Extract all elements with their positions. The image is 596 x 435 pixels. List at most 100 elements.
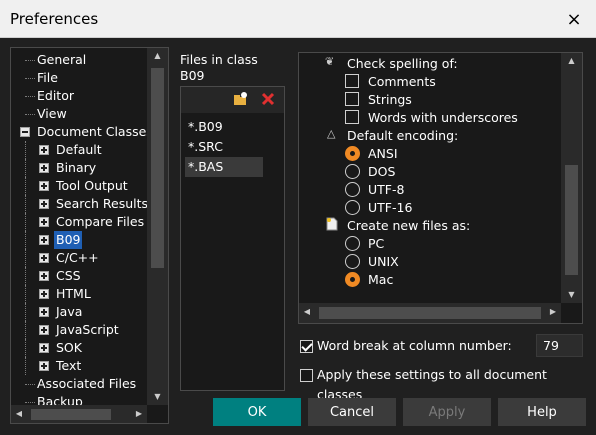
tree-connector	[25, 321, 26, 339]
ok-button[interactable]: OK	[213, 398, 301, 426]
tree-connector	[25, 60, 35, 61]
tree-item[interactable]: C/C++	[11, 249, 148, 267]
tree-item[interactable]: HTML	[11, 285, 148, 303]
preferences-dialog: General File Editor View Document Classes Def…	[0, 38, 596, 435]
expand-icon[interactable]	[39, 361, 49, 371]
pc-label: PC	[368, 236, 385, 251]
dos-radio[interactable]	[345, 164, 360, 179]
tree-item[interactable]: Document Classes	[11, 123, 153, 141]
tree-item[interactable]: CSS	[11, 267, 148, 285]
strings-checkbox[interactable]	[345, 92, 359, 106]
tree-item[interactable]: B09	[11, 231, 148, 249]
expand-icon[interactable]	[39, 217, 49, 227]
help-button[interactable]: Help	[498, 398, 586, 426]
scroll-left-arrow-icon[interactable]: ◀	[299, 303, 315, 323]
file-pattern-item[interactable]: *.BAS	[185, 157, 263, 177]
apply-button[interactable]: Apply	[403, 398, 491, 426]
spelling-icon: ❦	[325, 55, 335, 68]
utf8-radio[interactable]	[345, 182, 360, 197]
tree-item[interactable]: Associated Files	[11, 375, 148, 393]
scroll-up-arrow-icon[interactable]: ▲	[147, 48, 168, 64]
tree-item[interactable]: Compare Files	[11, 213, 148, 231]
options-pane: ❦ Check spelling of: Comments Strings Wo…	[298, 52, 583, 324]
tree-item[interactable]: Search Results	[11, 195, 148, 213]
expand-icon[interactable]	[39, 145, 49, 155]
tree-item[interactable]: SOK	[11, 339, 148, 357]
files-in-class-list[interactable]: *.B09 *.SRC *.BAS	[180, 86, 285, 391]
tree-connector	[25, 339, 26, 357]
unix-radio[interactable]	[345, 254, 360, 269]
word-break-column-input[interactable]: 79	[536, 334, 583, 357]
underscores-label: Words with underscores	[368, 110, 518, 125]
pc-radio[interactable]	[345, 236, 360, 251]
file-pattern-item[interactable]: *.SRC	[185, 137, 263, 157]
tree-item-label: Editor	[37, 88, 74, 103]
scroll-down-arrow-icon[interactable]: ▼	[561, 287, 582, 303]
tree-item-label: C/C++	[56, 250, 99, 265]
tree-item[interactable]: Java	[11, 303, 148, 321]
scroll-down-arrow-icon[interactable]: ▼	[147, 389, 168, 405]
tree-item-label: SOK	[56, 340, 82, 355]
scroll-thumb[interactable]	[151, 68, 164, 268]
delete-file-pattern-icon[interactable]	[259, 91, 277, 109]
scroll-right-arrow-icon[interactable]: ▶	[131, 405, 147, 423]
expand-icon[interactable]	[39, 163, 49, 173]
expand-icon[interactable]	[39, 199, 49, 209]
tree-connector	[25, 177, 26, 195]
tree-item[interactable]: General	[11, 51, 148, 69]
tree-connector	[25, 402, 35, 403]
mac-radio[interactable]	[345, 272, 360, 287]
tree-item[interactable]: Default	[11, 141, 148, 159]
options-vertical-scrollbar[interactable]: ▲ ▼	[561, 53, 582, 303]
word-break-checkbox[interactable]	[300, 340, 313, 353]
category-tree[interactable]: General File Editor View Document Classes Def…	[10, 47, 169, 424]
dos-label: DOS	[368, 164, 396, 179]
tree-item[interactable]: Editor	[11, 87, 148, 105]
cancel-button[interactable]: Cancel	[308, 398, 396, 426]
scroll-up-arrow-icon[interactable]: ▲	[561, 53, 582, 69]
tree-item-label: File	[37, 70, 58, 85]
collapse-icon[interactable]	[20, 127, 30, 137]
title-bar: Preferences ×	[0, 0, 596, 38]
expand-icon[interactable]	[39, 235, 49, 245]
scroll-left-arrow-icon[interactable]: ◀	[11, 405, 27, 423]
scroll-right-arrow-icon[interactable]: ▶	[545, 303, 561, 323]
file-pattern-item[interactable]: *.B09	[185, 117, 263, 137]
spelling-header: Check spelling of:	[347, 56, 458, 71]
tree-item[interactable]: Binary	[11, 159, 148, 177]
apply-all-checkbox[interactable]	[300, 369, 313, 382]
expand-icon[interactable]	[39, 325, 49, 335]
expand-icon[interactable]	[39, 253, 49, 263]
tree-item[interactable]: Text	[11, 357, 148, 375]
expand-icon[interactable]	[39, 271, 49, 281]
tree-item[interactable]: JavaScript	[11, 321, 148, 339]
tree-item[interactable]: Tool Output	[11, 177, 148, 195]
underscores-checkbox[interactable]	[345, 110, 359, 124]
expand-icon[interactable]	[39, 307, 49, 317]
tree-item[interactable]: View	[11, 105, 148, 123]
add-file-pattern-icon[interactable]	[231, 91, 249, 109]
comments-checkbox[interactable]	[345, 74, 359, 88]
expand-icon[interactable]	[39, 343, 49, 353]
tree-vertical-scrollbar[interactable]: ▲ ▼	[147, 48, 168, 405]
options-horizontal-scrollbar[interactable]: ◀ ▶	[299, 303, 561, 323]
expand-icon[interactable]	[39, 181, 49, 191]
utf16-radio[interactable]	[345, 200, 360, 215]
apply-all-label: Apply these settings to all document cla…	[317, 367, 547, 402]
tree-connector	[25, 249, 26, 267]
ansi-radio[interactable]	[345, 146, 360, 161]
tree-connector	[25, 213, 26, 231]
tree-horizontal-scrollbar[interactable]: ◀ ▶	[11, 405, 147, 423]
scroll-thumb[interactable]	[565, 165, 578, 275]
tree-items: General File Editor View Document Classes Def…	[11, 51, 153, 411]
scroll-thumb[interactable]	[31, 409, 111, 420]
expand-icon[interactable]	[39, 289, 49, 299]
unix-label: UNIX	[368, 254, 399, 269]
scroll-thumb[interactable]	[319, 307, 541, 319]
newfiles-header: Create new files as:	[347, 218, 471, 233]
tree-item-label: HTML	[56, 286, 91, 301]
tree-item[interactable]: File	[11, 69, 148, 87]
word-break-label: Word break at column number:	[317, 338, 512, 353]
comments-label: Comments	[368, 74, 436, 89]
close-icon[interactable]: ×	[562, 7, 586, 31]
